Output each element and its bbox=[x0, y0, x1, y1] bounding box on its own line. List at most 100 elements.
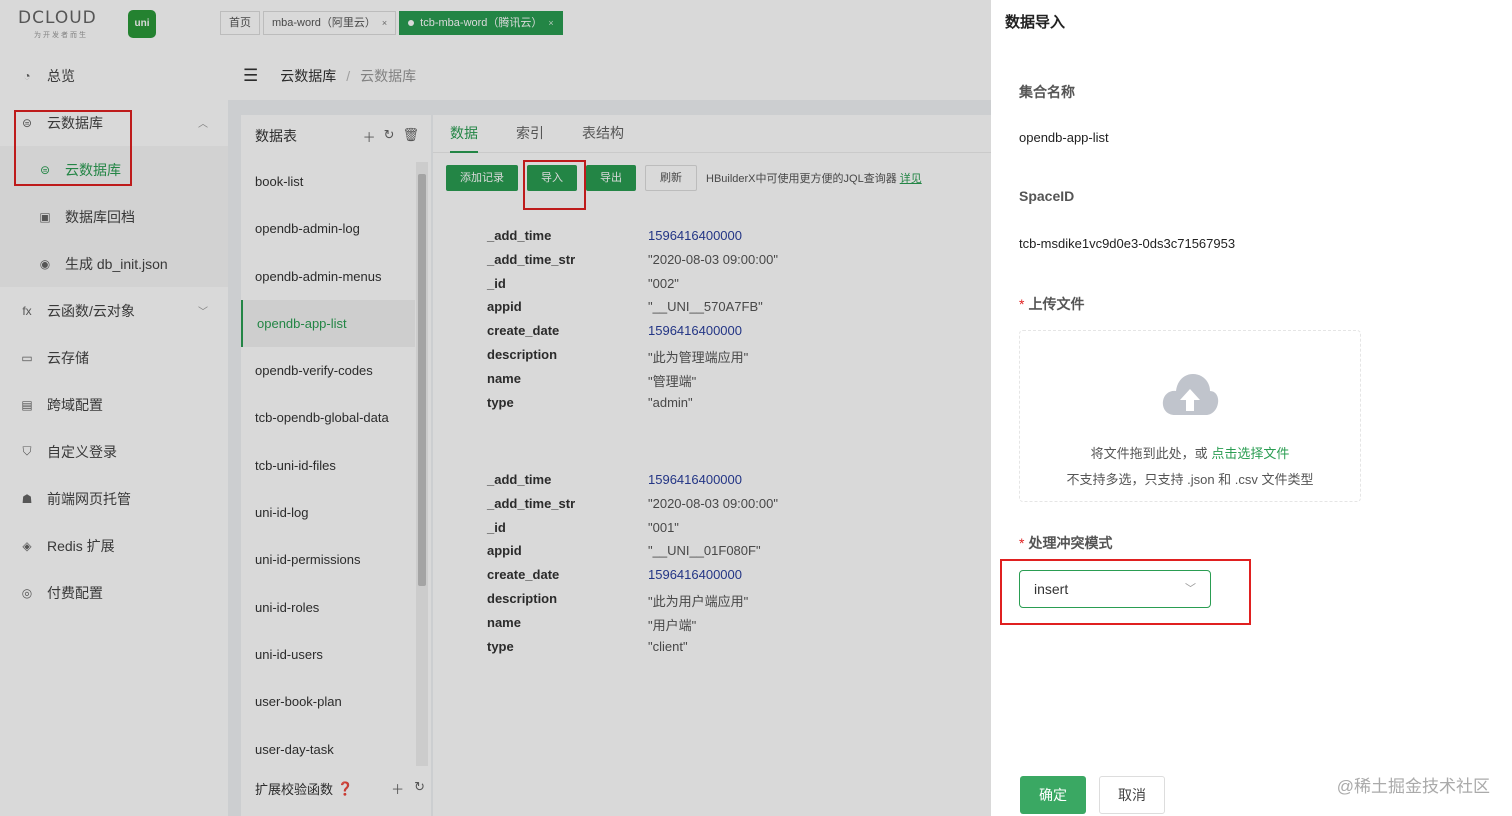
jql-hint-link[interactable]: 详见 bbox=[900, 173, 922, 185]
tables-scrollbar[interactable] bbox=[416, 162, 428, 766]
sidebar-subitem-generate-db-init[interactable]: ◉ 生成 db_init.json bbox=[0, 240, 228, 287]
field-value[interactable]: "2020-08-03 09:00:00" bbox=[648, 496, 778, 520]
table-list-item[interactable]: uni-id-log bbox=[241, 489, 415, 536]
cancel-button[interactable]: 取消 bbox=[1099, 776, 1165, 814]
trash-icon[interactable]: 🗑 bbox=[402, 127, 419, 146]
table-list-item[interactable]: book-list bbox=[241, 158, 415, 205]
close-icon[interactable]: × bbox=[548, 12, 553, 34]
table-list-item[interactable]: uni-id-roles bbox=[241, 584, 415, 631]
add-icon[interactable]: ＋ bbox=[391, 779, 404, 798]
field-value[interactable]: "管理端" bbox=[648, 371, 696, 395]
table-list-item[interactable]: opendb-verify-codes bbox=[241, 347, 415, 394]
tab-schema[interactable]: 表结构 bbox=[582, 115, 624, 153]
sidebar-item-redis[interactable]: ◈ Redis 扩展 bbox=[0, 522, 228, 569]
field-value[interactable]: "用户端" bbox=[648, 615, 696, 639]
chevron-up-icon: ︿ bbox=[198, 119, 208, 130]
field-value[interactable]: "此为用户端应用" bbox=[648, 591, 748, 615]
conflict-mode-select[interactable]: insert ﹀ bbox=[1019, 570, 1211, 608]
spaceid-label: SpaceID bbox=[1019, 188, 1075, 204]
help-icon[interactable]: ❓ bbox=[337, 781, 353, 797]
record-field-row: type "admin" bbox=[487, 395, 778, 419]
tab-tcb-mba-word[interactable]: tcb-mba-word（腾讯云） × bbox=[399, 11, 563, 35]
tables-panel-footer: 扩展校验函数 ❓ ＋ ↻ bbox=[255, 779, 425, 798]
table-list-item[interactable]: opendb-admin-log bbox=[241, 205, 415, 252]
tab-data[interactable]: 数据 bbox=[450, 115, 478, 153]
drawer-title: 数据导入 bbox=[1005, 14, 1066, 31]
record-field-row: description "此为用户端应用" bbox=[487, 591, 778, 615]
validate-function-label[interactable]: 扩展校验函数 bbox=[255, 779, 333, 798]
menu-toggle-icon[interactable]: ☰ bbox=[243, 66, 258, 86]
table-list-item[interactable]: tcb-opendb-global-data bbox=[241, 394, 415, 441]
table-list-item[interactable]: opendb-admin-menus bbox=[241, 253, 415, 300]
scrollbar-thumb[interactable] bbox=[418, 174, 426, 586]
sidebar-subitem-cloud-db[interactable]: ⊜ 云数据库 bbox=[0, 146, 228, 193]
field-value[interactable]: "admin" bbox=[648, 395, 693, 419]
import-button[interactable]: 导入 bbox=[527, 165, 577, 191]
table-list-item[interactable]: uni-id-permissions bbox=[241, 536, 415, 583]
upload-dropzone[interactable]: 将文件拖到此处，或 点击选择文件 不支持多选，只支持 .json 和 .csv … bbox=[1019, 330, 1361, 502]
export-button[interactable]: 导出 bbox=[586, 165, 636, 191]
tab-home[interactable]: 首页 bbox=[220, 11, 260, 35]
field-value[interactable]: "2020-08-03 09:00:00" bbox=[648, 252, 778, 276]
field-value[interactable]: "client" bbox=[648, 639, 688, 663]
field-key: type bbox=[487, 638, 514, 654]
field-value[interactable]: 1596416400000 bbox=[648, 323, 742, 347]
sidebar-item-web-hosting[interactable]: ☗ 前端网页托管 bbox=[0, 475, 228, 522]
field-key: _id bbox=[487, 519, 506, 535]
field-value[interactable]: "__UNI__01F080F" bbox=[648, 543, 761, 567]
field-value[interactable]: "002" bbox=[648, 276, 679, 300]
upload-file-label: * 上传文件 bbox=[1019, 294, 1084, 314]
sidebar-item-cloud-storage[interactable]: ▭ 云存储 bbox=[0, 334, 228, 381]
sidebar-item-cloud-db[interactable]: ⊜ 云数据库 ︿ bbox=[0, 99, 228, 146]
field-value[interactable]: "001" bbox=[648, 520, 679, 544]
collection-name-value: opendb-app-list bbox=[1019, 130, 1109, 145]
table-list-item[interactable]: tcb-uni-id-files bbox=[241, 442, 415, 489]
sidebar-item-cloud-functions[interactable]: fx 云函数/云对象 ﹀ bbox=[0, 287, 228, 334]
field-key: name bbox=[487, 370, 521, 386]
refresh-button[interactable]: 刷新 bbox=[645, 165, 697, 191]
breadcrumb-root[interactable]: 云数据库 bbox=[280, 66, 336, 86]
sidebar-item-cors[interactable]: ▤ 跨域配置 bbox=[0, 381, 228, 428]
tab-label: 首页 bbox=[229, 17, 251, 29]
add-icon[interactable]: ＋ bbox=[363, 127, 376, 146]
confirm-button[interactable]: 确定 bbox=[1020, 776, 1086, 814]
record-card: _add_time 1596416400000 _add_time_str "2020… bbox=[487, 228, 778, 418]
tab-mba-word-aliyun[interactable]: mba-word（阿里云） × bbox=[263, 11, 397, 35]
breadcrumb-current: 云数据库 bbox=[360, 68, 417, 84]
upload-hint: 不支持多选，只支持 .json 和 .csv 文件类型 bbox=[1066, 472, 1314, 487]
field-value[interactable]: 1596416400000 bbox=[648, 567, 742, 591]
field-value[interactable]: "此为管理端应用" bbox=[648, 347, 748, 371]
breadcrumb-separator: / bbox=[346, 68, 351, 84]
choose-file-link[interactable]: 点击选择文件 bbox=[1211, 446, 1289, 461]
field-key: description bbox=[487, 590, 558, 606]
table-list-item[interactable]: user-book-plan bbox=[241, 678, 415, 725]
close-icon[interactable]: × bbox=[382, 12, 387, 34]
field-value[interactable]: 1596416400000 bbox=[648, 472, 742, 496]
sidebar-item-custom-login[interactable]: ⛉ 自定义登录 bbox=[0, 428, 228, 475]
table-list-item[interactable]: opendb-app-list bbox=[241, 299, 415, 348]
field-key: name bbox=[487, 614, 521, 630]
table-list-item[interactable]: user-day-task bbox=[241, 726, 415, 773]
tables-panel-header: 数据表 ＋ ↻ 🗑 bbox=[241, 115, 431, 157]
record-field-row: appid "__UNI__570A7FB" bbox=[487, 299, 778, 323]
sidebar: DCLOUD 为开发者而生 uni ◔ 总览 ⊜ 云数据库 ︿ ⊜ 云数据库 ▣… bbox=[0, 0, 228, 816]
sidebar-item-overview[interactable]: ◔ 总览 bbox=[0, 52, 228, 99]
add-record-button[interactable]: 添加记录 bbox=[446, 165, 518, 191]
sidebar-item-billing[interactable]: ◎ 付费配置 bbox=[0, 569, 228, 616]
field-key: description bbox=[487, 346, 558, 362]
sidebar-item-label: 跨域配置 bbox=[47, 396, 103, 413]
collection-name-label: 集合名称 bbox=[1019, 84, 1075, 100]
redis-icon: ◈ bbox=[22, 538, 32, 553]
record-card: _add_time 1596416400000 _add_time_str "2020… bbox=[487, 472, 778, 662]
refresh-icon[interactable]: ↻ bbox=[414, 779, 425, 798]
sidebar-subitem-db-restore[interactable]: ▣ 数据库回档 bbox=[0, 193, 228, 240]
record-field-row: appid "__UNI__01F080F" bbox=[487, 543, 778, 567]
table-list-item[interactable]: uni-id-users bbox=[241, 631, 415, 678]
record-field-row: name "用户端" bbox=[487, 615, 778, 639]
field-value[interactable]: 1596416400000 bbox=[648, 228, 742, 252]
field-value[interactable]: "__UNI__570A7FB" bbox=[648, 299, 763, 323]
field-key: appid bbox=[487, 543, 522, 559]
record-field-row: type "client" bbox=[487, 639, 778, 663]
tab-index[interactable]: 索引 bbox=[516, 115, 544, 153]
refresh-icon[interactable]: ↻ bbox=[384, 127, 395, 146]
